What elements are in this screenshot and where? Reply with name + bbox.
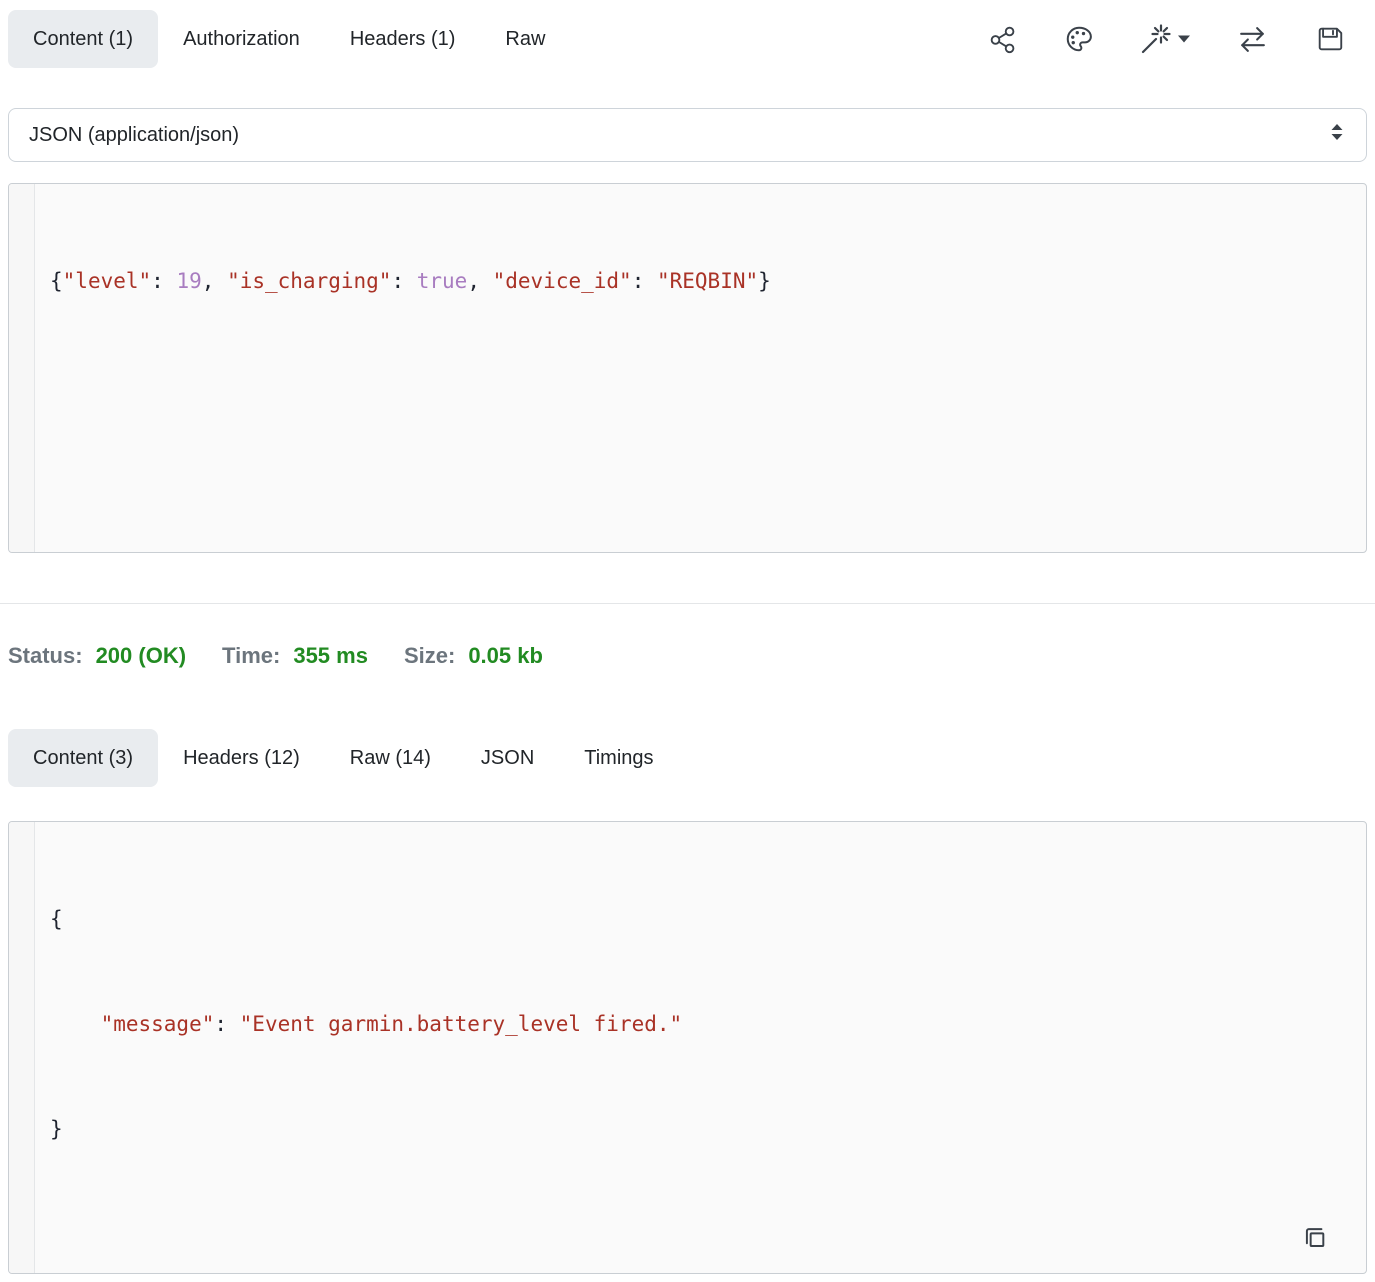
section-divider (0, 603, 1375, 604)
status-label: Status: (8, 640, 83, 671)
code-line: "message": "Event garmin.battery_level f… (50, 1007, 1352, 1042)
code-line: } (50, 1112, 1352, 1147)
response-tabbar: Content (3) Headers (12) Raw (14) JSON T… (8, 729, 1367, 787)
request-toolbar (988, 10, 1345, 68)
response-status-bar: Status: 200 (OK) Time: 355 ms Size: 0.05… (8, 640, 1367, 671)
json-token: : (151, 269, 176, 293)
editor-gutter (9, 822, 35, 1273)
code-line: { (50, 902, 1352, 937)
json-token: : (632, 269, 657, 293)
tab-request-headers[interactable]: Headers (1) (325, 10, 481, 68)
share-icon[interactable] (988, 24, 1018, 54)
time-label: Time: (222, 640, 280, 671)
request-tabbar: Content (1) Authorization Headers (1) Ra… (8, 10, 1367, 68)
content-type-value: JSON (application/json) (29, 124, 239, 147)
response-body-editor[interactable]: { "message": "Event garmin.battery_level… (8, 821, 1367, 1274)
json-token: { (50, 907, 63, 931)
json-token: 19 (176, 269, 201, 293)
swap-arrows-icon[interactable] (1236, 23, 1269, 56)
request-body-code: {"level": 19, "is_charging": true, "devi… (36, 184, 1366, 379)
tab-request-content[interactable]: Content (1) (8, 10, 158, 68)
json-token: { (50, 269, 63, 293)
json-token: : (214, 1012, 239, 1036)
json-token: "level" (63, 269, 152, 293)
response-body-code: { "message": "Event garmin.battery_level… (36, 822, 1366, 1227)
chevron-down-icon (1178, 35, 1190, 43)
tab-request-raw[interactable]: Raw (480, 10, 570, 68)
magic-wand-icon[interactable] (1140, 23, 1190, 55)
palette-icon[interactable] (1064, 24, 1094, 54)
json-token: true (417, 269, 468, 293)
tab-authorization[interactable]: Authorization (158, 10, 325, 68)
tab-response-raw[interactable]: Raw (14) (325, 729, 456, 787)
size-value: 0.05 kb (468, 640, 543, 671)
json-token: } (758, 269, 771, 293)
tab-response-json[interactable]: JSON (456, 729, 559, 787)
content-type-select[interactable]: JSON (application/json) (8, 108, 1367, 162)
tab-response-timings[interactable]: Timings (559, 729, 678, 787)
json-token: : (391, 269, 416, 293)
time-value: 355 ms (293, 640, 368, 671)
json-token: "device_id" (493, 269, 632, 293)
request-body-editor[interactable]: {"level": 19, "is_charging": true, "devi… (8, 183, 1367, 553)
json-token: "REQBIN" (657, 269, 758, 293)
json-token: "Event garmin.battery_level fired." (240, 1012, 683, 1036)
save-icon[interactable] (1315, 24, 1345, 54)
json-token: "is_charging" (227, 269, 391, 293)
status-value: 200 (OK) (96, 640, 186, 671)
select-caret-icon (1330, 122, 1344, 148)
json-token: } (50, 1117, 63, 1141)
json-token: , (202, 269, 227, 293)
code-line: {"level": 19, "is_charging": true, "devi… (50, 264, 1352, 299)
tab-response-content[interactable]: Content (3) (8, 729, 158, 787)
size-label: Size: (404, 640, 455, 671)
copy-icon[interactable] (1298, 1224, 1328, 1259)
tab-response-headers[interactable]: Headers (12) (158, 729, 325, 787)
editor-gutter (9, 184, 35, 552)
json-token: "message" (101, 1012, 215, 1036)
json-token: , (467, 269, 492, 293)
